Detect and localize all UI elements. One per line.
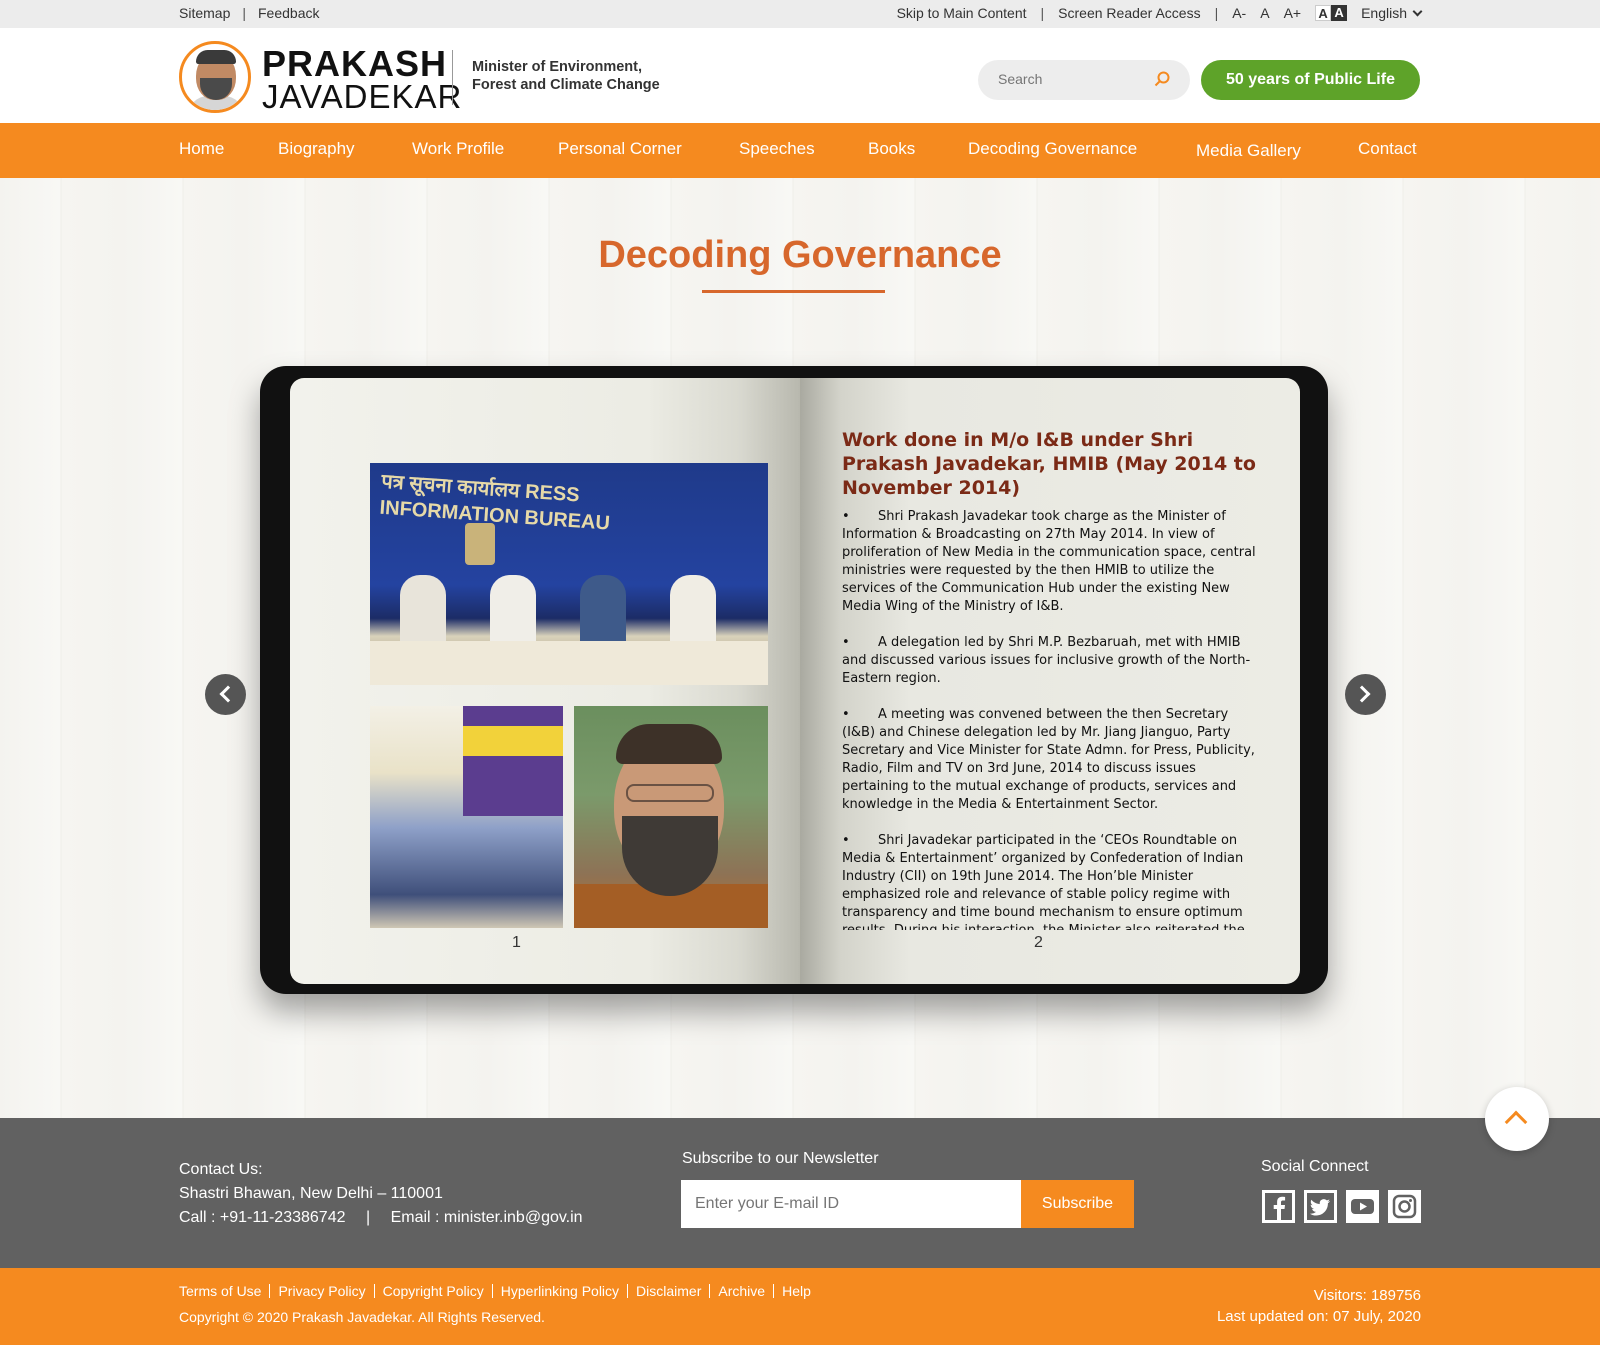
article-body: • Shri Prakash Javadekar took charge as t… (842, 508, 1262, 930)
facebook-icon[interactable] (1262, 1190, 1295, 1223)
chevron-down-icon (1412, 6, 1423, 16)
separator: | (242, 5, 246, 21)
page-number: 1 (512, 934, 521, 951)
top-utility-bar: Sitemap | Feedback Skip to Main Content … (0, 0, 1600, 28)
footer-links: Terms of Use Privacy Policy Copyright Po… (179, 1284, 819, 1298)
page-number: 2 (1034, 934, 1043, 951)
main-content: Decoding Governance पत्र सूचना कार्यालय … (0, 178, 1600, 1118)
contact-line: Call : +91-11-23386742 | Email : ministe… (179, 1206, 583, 1230)
search-box (978, 60, 1190, 100)
site-footer: Contact Us: Shastri Bhawan, New Delhi – … (0, 1118, 1600, 1268)
ministry-title: Minister of Environment, Forest and Clim… (472, 59, 660, 93)
skip-to-main-link[interactable]: Skip to Main Content (897, 5, 1027, 21)
contact-label: Contact Us: (179, 1161, 263, 1178)
search-icon[interactable] (1154, 71, 1170, 87)
feedback-link[interactable]: Feedback (258, 5, 319, 21)
nav-item-biography[interactable]: Biography (278, 139, 355, 159)
contact-address: Shastri Bhawan, New Delhi – 110001 (179, 1185, 443, 1202)
site-header: PRAKASH JAVADEKAR Minister of Environmen… (0, 28, 1600, 123)
contact-phone[interactable]: Call : +91-11-23386742 (179, 1209, 346, 1226)
lamp-lighting-photo (370, 706, 563, 928)
utility-links-right: Skip to Main Content | Screen Reader Acc… (897, 5, 1423, 21)
next-page-button[interactable] (1345, 674, 1386, 715)
nav-item-speeches[interactable]: Speeches (739, 139, 815, 159)
youtube-icon[interactable] (1346, 1190, 1379, 1223)
emblem-icon (465, 523, 495, 565)
logo-portrait[interactable] (179, 41, 251, 113)
help-link[interactable]: Help (773, 1284, 819, 1298)
portrait-photo (574, 706, 768, 928)
twitter-icon[interactable] (1304, 1190, 1337, 1223)
newsletter-email-input[interactable] (681, 1180, 1021, 1228)
font-increase-button[interactable]: A+ (1284, 5, 1302, 21)
contact-info: Contact Us: Shastri Bhawan, New Delhi – … (179, 1158, 583, 1230)
copyright-text: Copyright © 2020 Prakash Javadekar. All … (179, 1309, 545, 1325)
sitemap-link[interactable]: Sitemap (179, 5, 230, 21)
chevron-up-icon (1504, 1110, 1528, 1134)
newsletter-label: Subscribe to our Newsletter (682, 1150, 879, 1167)
search-input[interactable] (998, 71, 1148, 87)
separator: | (1040, 5, 1045, 21)
social-connect-label: Social Connect (1261, 1158, 1369, 1175)
press-conference-photo: पत्र सूचना कार्यालय RESS INFORMATION BUR… (370, 463, 768, 685)
contrast-toggle: A A (1315, 5, 1348, 21)
contrast-dark-button[interactable]: A (1331, 5, 1348, 21)
font-normal-button[interactable]: A (1260, 5, 1269, 21)
brand-line-2: JAVADEKAR (262, 78, 463, 115)
scroll-to-top-button[interactable] (1485, 1087, 1549, 1151)
article-bullet: • Shri Javadekar participated in the ‘CEO… (842, 833, 1245, 930)
book-page-right[interactable]: Work done in M/o I&B under Shri Prakash … (800, 378, 1300, 984)
subscribe-button[interactable]: Subscribe (1021, 1180, 1134, 1228)
font-decrease-button[interactable]: A- (1232, 5, 1246, 21)
utility-links-left: Sitemap | Feedback (179, 5, 319, 21)
divider (452, 50, 453, 105)
contrast-light-button[interactable]: A (1315, 5, 1332, 21)
contact-email[interactable]: Email : minister.inb@gov.in (391, 1209, 583, 1226)
screen-reader-link[interactable]: Screen Reader Access (1058, 5, 1200, 21)
disclaimer-link[interactable]: Disclaimer (627, 1284, 709, 1298)
language-label: English (1361, 5, 1407, 21)
nav-item-contact[interactable]: Contact (1358, 139, 1417, 159)
brand-name[interactable]: PRAKASH JAVADEKAR (262, 43, 463, 115)
copyright-policy-link[interactable]: Copyright Policy (373, 1284, 492, 1298)
flipbook: पत्र सूचना कार्यालय RESS INFORMATION BUR… (260, 366, 1328, 994)
page-title: Decoding Governance (598, 234, 1002, 276)
article-bullet: • Shri Prakash Javadekar took charge as t… (842, 509, 1256, 614)
terms-of-use-link[interactable]: Terms of Use (179, 1284, 269, 1298)
nav-item-decoding-governance[interactable]: Decoding Governance (968, 139, 1137, 159)
bottom-bar: Terms of Use Privacy Policy Copyright Po… (0, 1268, 1600, 1345)
separator: | (1214, 5, 1219, 21)
language-select[interactable]: English (1361, 5, 1423, 21)
nav-item-media-gallery[interactable]: Media Gallery (1196, 141, 1301, 161)
article-bullet: • A meeting was convened between the then… (842, 707, 1255, 812)
previous-page-button[interactable] (205, 674, 246, 715)
hyperlinking-policy-link[interactable]: Hyperlinking Policy (491, 1284, 627, 1298)
separator: | (365, 1209, 371, 1226)
archive-link[interactable]: Archive (709, 1284, 773, 1298)
nav-item-work-profile[interactable]: Work Profile (412, 139, 504, 159)
chevron-right-icon (1353, 685, 1371, 703)
main-nav: Home Biography Work Profile Personal Cor… (0, 123, 1600, 178)
title-underline (702, 290, 885, 293)
nav-item-personal-corner[interactable]: Personal Corner (558, 139, 682, 159)
visitor-count: Visitors: 189756 (1313, 1287, 1421, 1304)
brand-line-1: PRAKASH (262, 43, 448, 84)
book-page-left[interactable]: पत्र सूचना कार्यालय RESS INFORMATION BUR… (290, 378, 800, 984)
last-updated: Last updated on: 07 July, 2020 (1216, 1308, 1421, 1325)
nav-item-home[interactable]: Home (179, 139, 224, 159)
article-title: Work done in M/o I&B under Shri Prakash … (842, 429, 1256, 499)
instagram-icon[interactable] (1388, 1190, 1421, 1223)
photo-banner-text: पत्र सूचना कार्यालय RESS INFORMATION BUR… (378, 470, 611, 535)
fifty-years-button[interactable]: 50 years of Public Life (1201, 60, 1420, 100)
nav-item-books[interactable]: Books (868, 139, 915, 159)
article-bullet: • A delegation led by Shri M.P. Bezbaruah… (842, 635, 1251, 686)
chevron-left-icon (219, 685, 237, 703)
privacy-policy-link[interactable]: Privacy Policy (269, 1284, 373, 1298)
